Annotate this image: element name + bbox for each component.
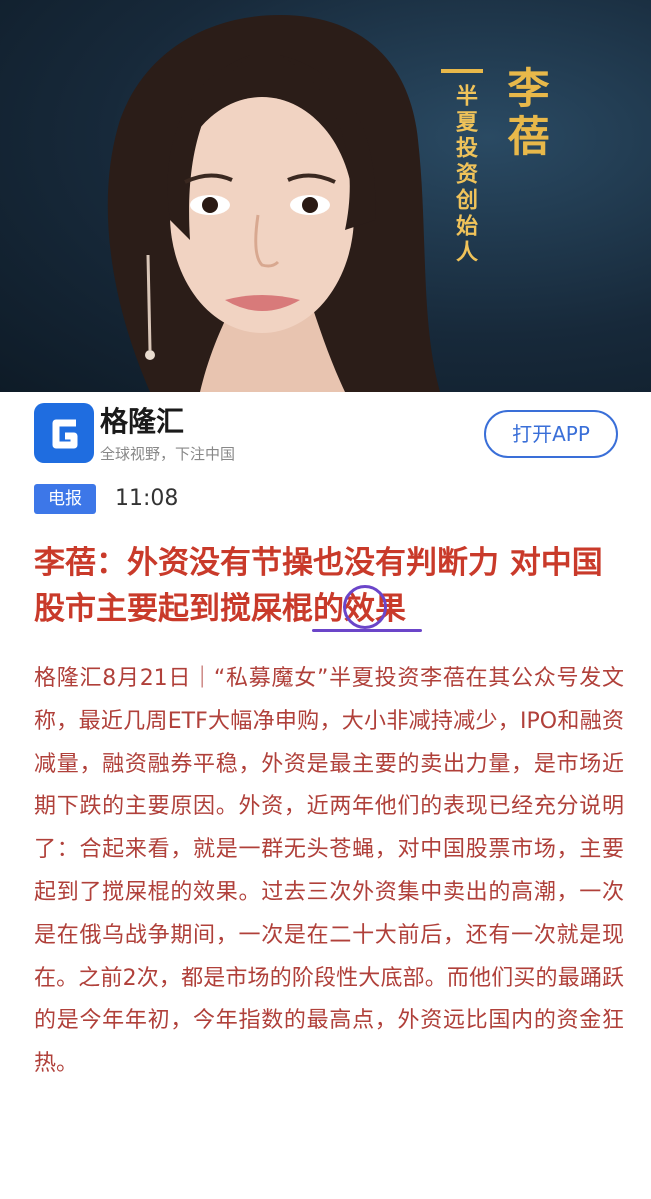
open-app-button[interactable]: 打开APP (484, 410, 618, 458)
highlight-circle-annotation (343, 585, 387, 629)
portrait-image (107, 15, 441, 392)
app-slogan: 全球视野，下注中国 (100, 445, 236, 463)
article-headline: 李蓓：外资没有节操也没有判断力 对中国股市主要起到搅屎棍的效果 (34, 545, 603, 627)
person-name: 李蓓 (501, 66, 550, 162)
hero-banner: 李蓓 半夏投资创始人 (0, 0, 651, 392)
publish-time: 11:08 (115, 486, 179, 511)
category-badge: 电报 (34, 484, 96, 514)
title-divider (441, 69, 483, 73)
highlight-underline-annotation (312, 629, 422, 632)
person-title: 半夏投资创始人 (452, 84, 477, 266)
article-body: 格隆汇8月21日｜“私募魔女”半夏投资李蓓在其公众号发文称，最近几周ETF大幅净… (34, 666, 624, 1077)
app-name: 格隆汇 (100, 405, 185, 438)
app-logo-icon (34, 403, 94, 463)
